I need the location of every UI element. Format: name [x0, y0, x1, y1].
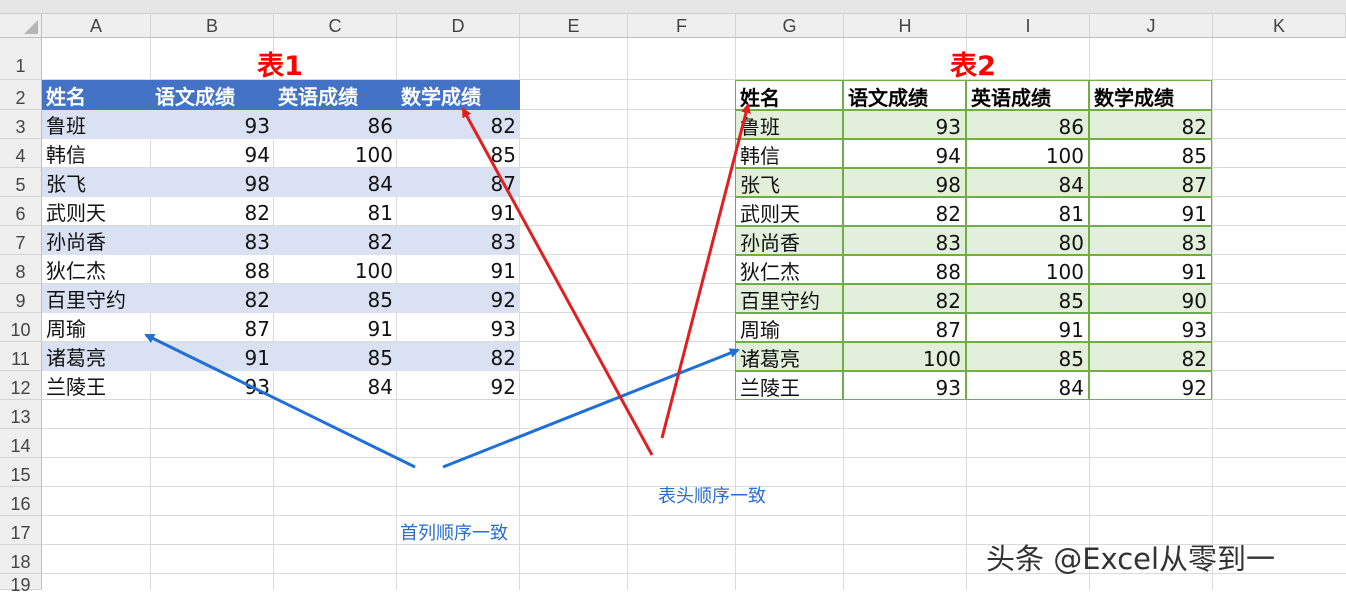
- watermark: 头条 @Excel从零到一: [986, 542, 1276, 576]
- first-column-note: 首列顺序一致: [400, 523, 508, 544]
- red-arrow-to-table1: [461, 107, 654, 456]
- blue-arrow-to-table2: [442, 348, 740, 469]
- header-note: 表头顺序一致: [658, 486, 766, 507]
- blue-arrow-to-table1: [144, 333, 416, 469]
- red-arrow-to-table2: [660, 103, 751, 439]
